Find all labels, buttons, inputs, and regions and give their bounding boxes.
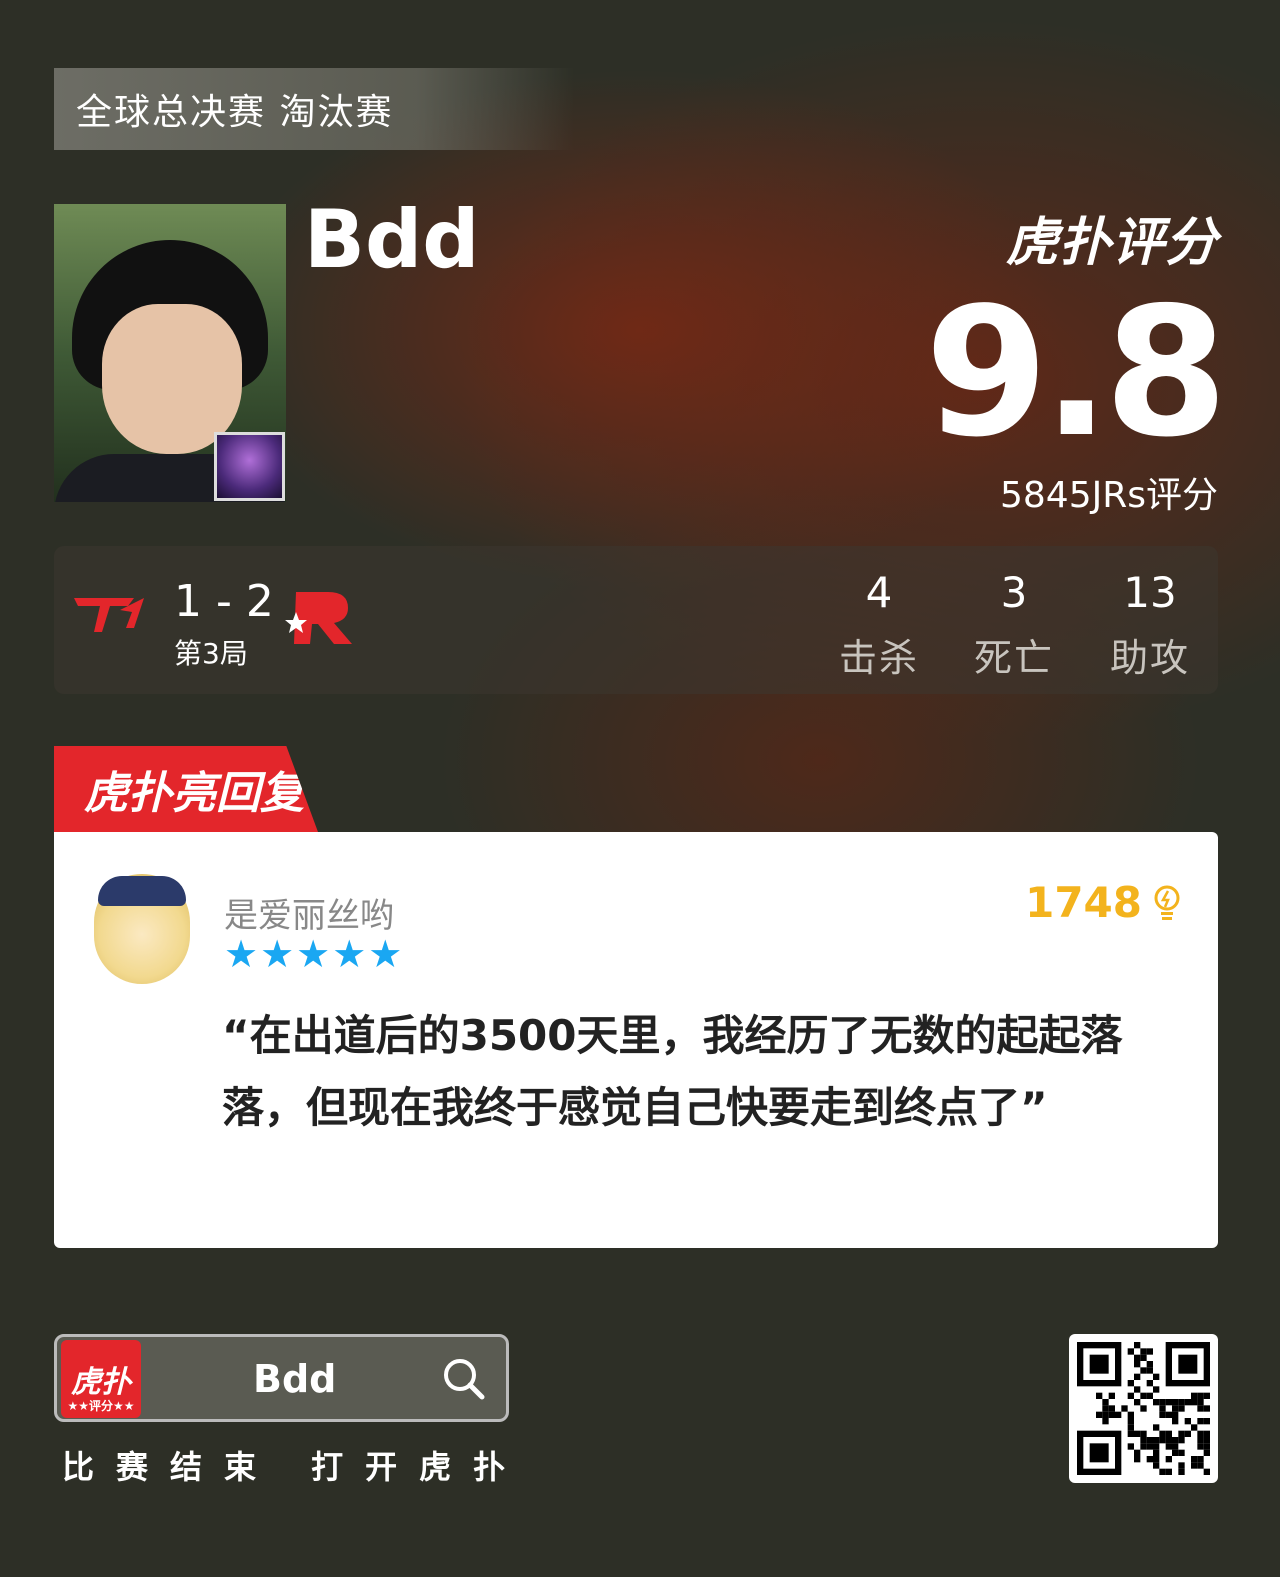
assists-stat: 13 助攻 bbox=[1100, 568, 1200, 682]
hupu-app-icon: 虎扑 ★★评分★★ bbox=[61, 1340, 141, 1418]
reply-quote: “在出道后的3500天里，我经历了无数的起起落落，但现在我终于感觉自己快要走到终… bbox=[222, 1011, 1123, 1132]
user-avatar[interactable] bbox=[94, 874, 190, 984]
assists-value: 13 bbox=[1123, 568, 1177, 617]
hot-reply-tab: 虎扑亮回复 bbox=[54, 746, 318, 832]
rating-score: 9.8 bbox=[924, 269, 1228, 476]
kills-value: 4 bbox=[865, 568, 893, 617]
kills-label: 击杀 bbox=[838, 636, 919, 680]
series-score: 1 - 2 bbox=[174, 576, 274, 627]
qr-code[interactable] bbox=[1069, 1334, 1218, 1483]
game-number: 第3局 bbox=[174, 637, 248, 670]
deaths-label: 死亡 bbox=[973, 636, 1054, 680]
like-count[interactable]: 1748 bbox=[1025, 878, 1182, 927]
hupu-rating-logo: 虎扑评分 bbox=[1005, 213, 1218, 273]
assists-label: 助攻 bbox=[1109, 636, 1190, 680]
t1-logo-icon bbox=[74, 598, 144, 632]
player-name: Bdd bbox=[304, 193, 480, 286]
qr-code-image bbox=[1077, 1342, 1210, 1475]
open-app-cta: 比赛结束 打开虎扑 bbox=[62, 1448, 528, 1486]
search-query: Bdd bbox=[253, 1357, 337, 1401]
stage-banner: 全球总决赛 淘汰赛 bbox=[54, 68, 574, 150]
deaths-value: 3 bbox=[1000, 568, 1028, 617]
search-icon[interactable] bbox=[440, 1355, 488, 1403]
lightbulb-icon bbox=[1154, 885, 1180, 920]
stage-title: 全球总决赛 淘汰赛 bbox=[76, 92, 394, 133]
deaths-stat: 3 死亡 bbox=[964, 568, 1064, 682]
hot-reply-card[interactable]: 是爱丽丝哟 ★★★★★ 1748 “在出道后的3500天里，我经历了无数的起起落… bbox=[54, 832, 1218, 1248]
champion-icon bbox=[214, 432, 285, 501]
like-count-value: 1748 bbox=[1025, 878, 1142, 927]
match-summary-card: 1 - 2 第3局 4 击杀 3 死亡 13 助攻 bbox=[54, 546, 1218, 694]
reply-username[interactable]: 是爱丽丝哟 bbox=[224, 888, 394, 937]
rating-count: 5845JRs评分 bbox=[999, 475, 1218, 516]
hot-reply-label: 虎扑亮回复 bbox=[84, 768, 304, 819]
hupu-app-icon-label: 虎扑 bbox=[71, 1365, 131, 1400]
star-rating: ★★★★★ bbox=[224, 932, 405, 976]
avatar-hair-bow bbox=[98, 876, 186, 906]
kt-rolster-logo-icon bbox=[285, 592, 352, 644]
hupu-app-icon-sub: ★★评分★★ bbox=[67, 1399, 135, 1413]
search-bar[interactable]: 虎扑 ★★评分★★ Bdd bbox=[54, 1334, 509, 1422]
kills-stat: 4 击杀 bbox=[829, 568, 929, 682]
